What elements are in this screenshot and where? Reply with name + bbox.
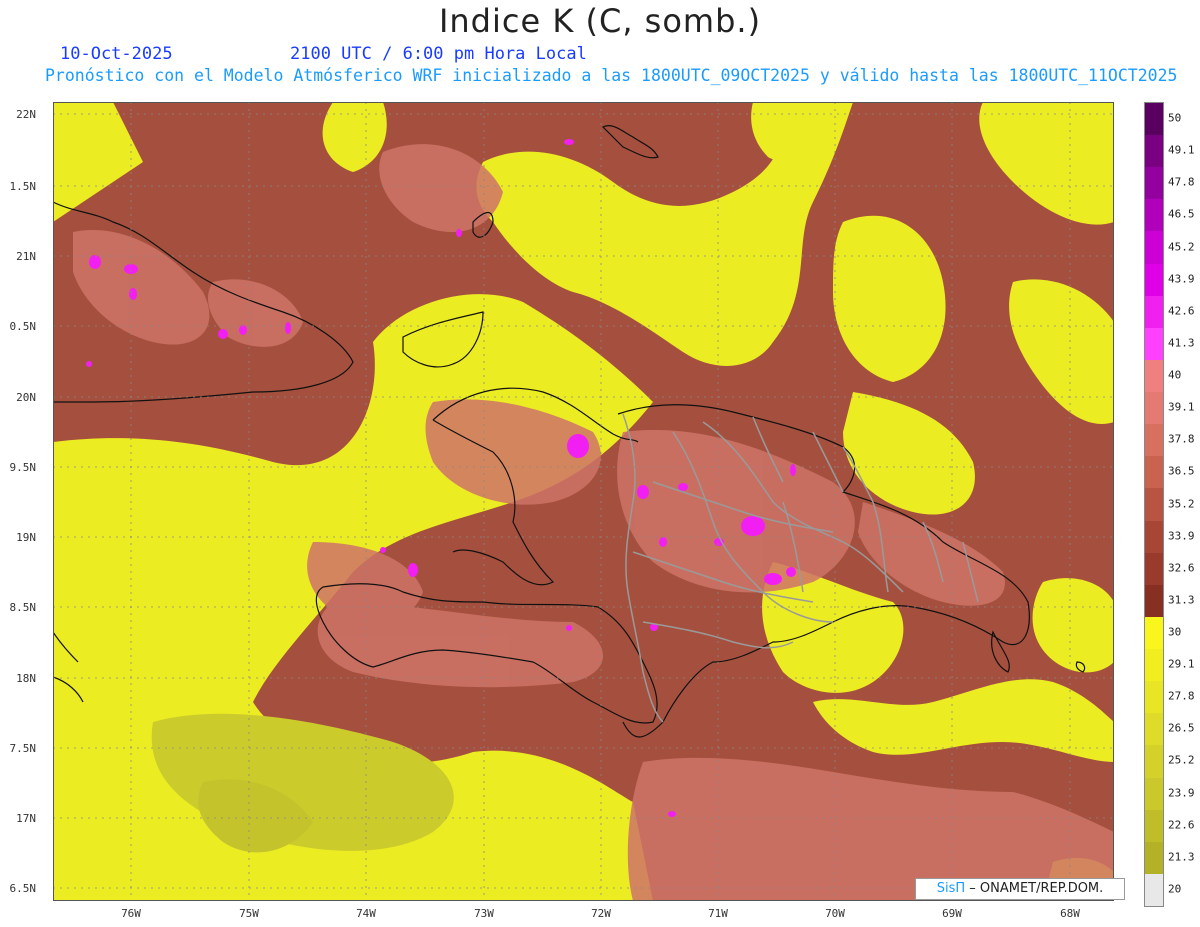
- colorbar-segment: [1145, 167, 1163, 200]
- forecast-info: Pronóstico con el Modelo Atmósferico WRF…: [45, 66, 1178, 85]
- colorbar-segment: [1145, 103, 1163, 136]
- colorbar-tick-label: 40: [1168, 368, 1182, 382]
- valid-time: 2100 UTC / 6:00 pm Hora Local: [290, 44, 587, 64]
- lon-label: 73W: [474, 907, 494, 920]
- colorbar-tick-label: 22.6: [1168, 818, 1195, 832]
- k-index-map: [53, 102, 1114, 901]
- colorbar-segment: [1145, 681, 1163, 714]
- colorbar-segment: [1145, 584, 1163, 618]
- colorbar-segment: [1145, 809, 1163, 843]
- colorbar-segment: [1145, 488, 1163, 522]
- colorbar-segment: [1145, 745, 1163, 778]
- lat-label: 18N: [16, 672, 36, 685]
- colorbar-tick-label: 29.1: [1168, 657, 1195, 671]
- colorbar-tick-label: 25.2: [1168, 753, 1195, 767]
- lon-label: 70W: [825, 907, 845, 920]
- lon-label: 71W: [708, 907, 728, 920]
- colorbar-tick-label: 49.1: [1168, 143, 1195, 157]
- colorbar-tick-label: 39.1: [1168, 400, 1195, 414]
- colorbar-segment: [1145, 520, 1163, 554]
- lon-label: 68W: [1060, 907, 1080, 920]
- lon-label: 75W: [239, 907, 259, 920]
- colorbar-tick-label: 36.5: [1168, 464, 1195, 478]
- colorbar-tick-label: 35.2: [1168, 497, 1195, 510]
- colorbar-tick-label: 32.6: [1168, 561, 1195, 575]
- colorbar-segment: [1145, 873, 1163, 907]
- lat-label: 17N: [16, 812, 36, 825]
- colorbar-segment: [1145, 841, 1163, 875]
- lon-label: 74W: [356, 907, 376, 920]
- lat-label: 20N: [16, 391, 36, 404]
- colorbar-tick-label: 33.9: [1168, 529, 1195, 543]
- colorbar-segment: [1145, 199, 1163, 232]
- colorbar-segment: [1145, 424, 1163, 457]
- colorbar-tick-label: 26.5: [1168, 721, 1195, 735]
- colorbar-segment: [1145, 231, 1163, 265]
- colorbar-tick-label: 41.3: [1168, 336, 1195, 350]
- colorbar-segment: [1145, 777, 1163, 811]
- colorbar-segment: [1145, 135, 1163, 168]
- sispi-logo: SisΠ: [936, 881, 966, 896]
- colorbar-segment: [1145, 263, 1163, 297]
- colorbar-tick-label: 47.8: [1168, 175, 1195, 189]
- lat-label: 1.5N: [9, 180, 37, 193]
- credit-org: – ONAMET/REP.DOM.: [969, 881, 1104, 896]
- lat-label: 9.5N: [9, 461, 37, 474]
- colorbar-tick-label: 23.9: [1168, 786, 1195, 800]
- colorbar: [1144, 102, 1164, 907]
- colorbar-tick-label: 30: [1168, 625, 1182, 639]
- colorbar-segment: [1145, 295, 1163, 329]
- colorbar-tick-label: 43.9: [1168, 272, 1195, 286]
- lon-label: 69W: [942, 907, 962, 920]
- lon-label: 76W: [121, 907, 141, 920]
- lat-label: 19N: [16, 531, 36, 544]
- colorbar-tick-label: 37.8: [1168, 432, 1195, 446]
- colorbar-tick-label: 31.3: [1168, 593, 1195, 607]
- lat-label: 8.5N: [9, 601, 37, 614]
- colorbar-segment: [1145, 327, 1163, 361]
- colorbar-segment: [1145, 649, 1163, 682]
- colorbar-segment: [1145, 456, 1163, 489]
- colorbar-segment: [1145, 392, 1163, 425]
- colorbar-tick-label: 46.5: [1168, 207, 1195, 221]
- colorbar-tick-label: 45.2: [1168, 240, 1195, 254]
- colorbar-tick-label: 50: [1168, 111, 1182, 125]
- lat-label: 6.5N: [9, 882, 37, 895]
- colorbar-segment: [1145, 359, 1163, 393]
- lat-label: 21N: [16, 250, 36, 263]
- colorbar-tick-label: 27.8: [1168, 689, 1195, 703]
- lat-label: 7.5N: [9, 742, 37, 755]
- colorbar-tick-label: 20: [1168, 882, 1182, 896]
- colorbar-tick-label: 21.3: [1168, 850, 1195, 864]
- colorbar-segment: [1145, 552, 1163, 586]
- colorbar-segment: [1145, 616, 1163, 650]
- lon-label: 72W: [591, 907, 611, 920]
- credit-box: SisΠ – ONAMET/REP.DOM.: [915, 878, 1125, 900]
- lat-label: 22N: [16, 108, 36, 121]
- colorbar-segment: [1145, 713, 1163, 746]
- map-title: Indice K (C, somb.): [438, 2, 762, 40]
- lat-label: 0.5N: [9, 320, 37, 333]
- forecast-date: 10-Oct-2025: [60, 44, 173, 64]
- colorbar-tick-label: 42.6: [1168, 304, 1195, 318]
